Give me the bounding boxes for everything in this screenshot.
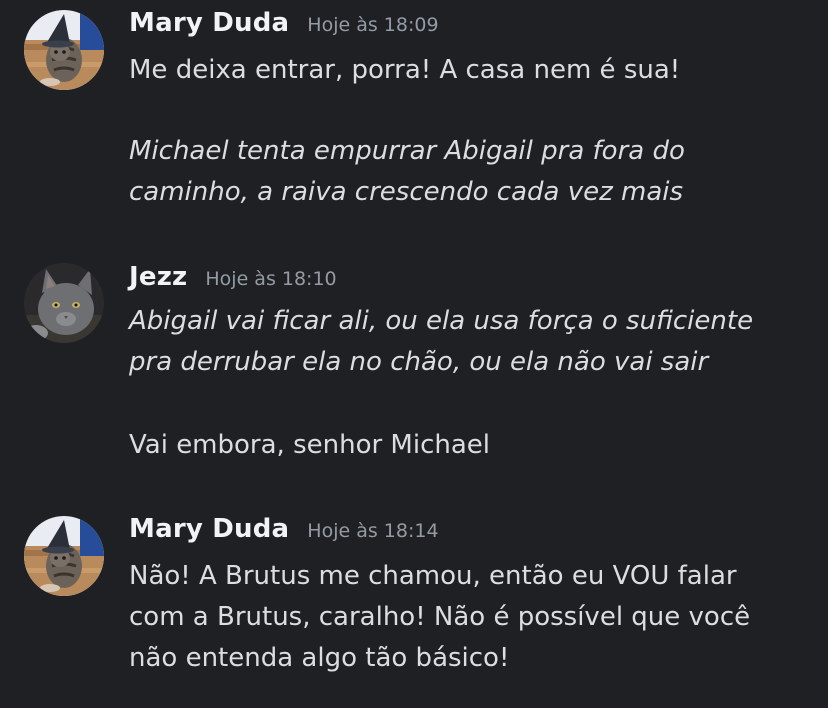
username[interactable]: Mary Duda (129, 514, 289, 544)
message-line-italic: pra derrubar ela no chão, ou ela não vai… (129, 347, 709, 377)
timestamp: Hoje às 18:14 (307, 520, 439, 542)
timestamp: Hoje às 18:10 (205, 268, 337, 290)
message-header: Jezz Hoje às 18:10 (129, 262, 337, 296)
message-line-italic: Michael tenta empurrar Abigail pra fora … (129, 136, 685, 166)
username[interactable]: Mary Duda (129, 8, 289, 38)
grey-cat-icon (24, 263, 104, 343)
message-line: Vai embora, senhor Michael (129, 430, 491, 460)
message-line-italic: caminho, a raiva crescendo cada vez mais (129, 177, 684, 207)
message-line: Me deixa entrar, porra! A casa nem é sua… (129, 55, 681, 85)
message-line: com a Brutus, caralho! Não é possível qu… (129, 602, 751, 632)
cat-with-witch-hat-icon (24, 10, 104, 90)
username[interactable]: Jezz (129, 262, 187, 292)
message-header: Mary Duda Hoje às 18:09 (129, 8, 439, 42)
avatar[interactable] (24, 10, 104, 90)
message-header: Mary Duda Hoje às 18:14 (129, 514, 439, 548)
timestamp: Hoje às 18:09 (307, 14, 439, 36)
message-line: Não! A Brutus me chamou, então eu VOU fa… (129, 561, 737, 591)
cat-with-witch-hat-icon (24, 516, 104, 596)
avatar[interactable] (24, 516, 104, 596)
avatar[interactable] (24, 263, 104, 343)
message-line-italic: Abigail vai ficar ali, ou ela usa força … (129, 306, 754, 336)
message-line: não entenda algo tão básico! (129, 643, 510, 673)
